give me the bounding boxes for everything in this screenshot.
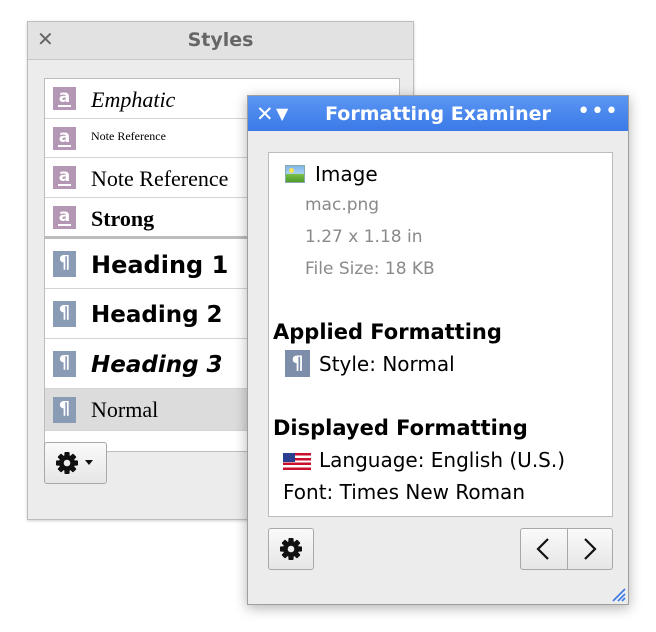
paragraph-style-icon: ¶ [285,350,310,377]
style-item-label: Normal [91,397,159,422]
us-flag-icon [283,453,311,470]
styles-gear-menu-button[interactable] [44,442,107,484]
chevron-left-icon [536,538,549,560]
character-style-icon: a [53,206,76,229]
next-button[interactable] [567,529,612,569]
examiner-title: Formatting Examiner [325,103,551,125]
styles-title: Styles [187,29,254,51]
style-item-label: Note Reference [91,129,166,143]
character-style-icon: a [53,87,76,110]
formatting-examiner-panel: ✕ ▼ Formatting Examiner ••• Image mac.pn… [247,95,629,605]
applied-style-link[interactable]: Style: Normal [319,352,455,376]
gear-icon [280,538,302,560]
examiner-gear-button[interactable] [268,528,314,570]
style-item-label: Strong [91,206,155,231]
character-style-icon: a [53,166,76,189]
paragraph-style-icon: ¶ [53,397,76,423]
image-heading: Image [315,162,378,186]
paragraph-style-icon: ¶ [53,301,76,327]
styles-titlebar[interactable]: ✕ Styles [28,22,413,60]
style-item-label: Heading 3 [91,352,223,378]
paragraph-style-icon: ¶ [53,251,76,277]
applied-formatting-heading: Applied Formatting [273,320,502,344]
chevron-down-icon [85,460,93,465]
displayed-formatting-heading: Displayed Formatting [273,416,528,440]
chevron-right-icon [584,538,597,560]
previous-button[interactable] [521,529,568,569]
style-item-label: Emphatic [91,87,176,112]
character-style-icon: a [53,127,76,150]
examiner-titlebar[interactable]: ✕ ▼ Formatting Examiner ••• [248,96,628,131]
style-item-label: Heading 2 [91,302,223,328]
paragraph-style-icon: ¶ [53,351,76,377]
resize-grip-icon[interactable] [608,584,626,602]
more-options-icon[interactable]: ••• [577,99,619,124]
image-icon [285,165,305,183]
displayed-font: Font: Times New Roman [283,480,525,504]
style-item-label: Heading 1 [91,251,229,279]
image-filename: mac.png [305,195,380,215]
examiner-content: Image mac.png 1.27 x 1.18 in File Size: … [268,152,613,517]
gear-icon [56,452,93,474]
style-item-label: Note Reference [91,166,229,191]
displayed-language: Language: English (U.S.) [319,448,566,472]
image-file-size: File Size: 18 KB [305,259,435,279]
image-dimensions: 1.27 x 1.18 in [305,227,423,247]
examiner-navigation [520,528,613,570]
